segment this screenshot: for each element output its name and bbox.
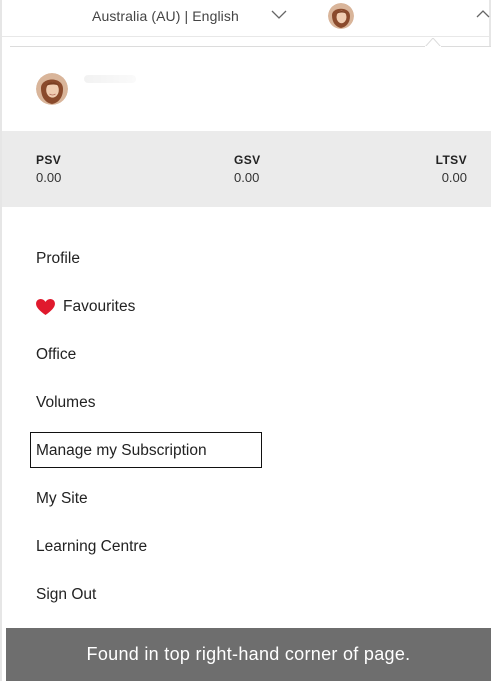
stat-label: GSV xyxy=(234,153,261,167)
menu-item-sign-out[interactable]: Sign Out xyxy=(36,571,476,619)
stat-label: PSV xyxy=(36,153,62,167)
menu-item-volumes[interactable]: Volumes xyxy=(36,379,476,427)
menu-item-label: Office xyxy=(36,346,77,363)
menu-item-learning-centre[interactable]: Learning Centre xyxy=(36,523,476,571)
stat-label: LTSV xyxy=(435,153,467,167)
menu-item-label: Volumes xyxy=(36,394,96,411)
caption-text: Found in top right-hand corner of page. xyxy=(86,644,411,664)
menu-item-label: Profile xyxy=(36,250,80,267)
menu-item-favourites[interactable]: Favourites xyxy=(36,283,476,331)
top-divider xyxy=(2,36,489,37)
locale-selector[interactable]: Australia (AU) | English xyxy=(92,8,239,24)
stat-ltsv: LTSV 0.00 xyxy=(436,153,467,185)
stats-bar: PSV 0.00 GSV 0.00 LTSV 0.00 xyxy=(2,131,491,207)
user-avatar-icon[interactable] xyxy=(328,3,354,29)
chevron-down-icon[interactable] xyxy=(270,7,288,21)
stat-value: 0.00 xyxy=(234,170,260,185)
avatar-icon xyxy=(36,73,68,105)
chevron-up-icon[interactable] xyxy=(476,9,490,19)
highlight-box xyxy=(30,432,262,468)
menu-item-my-site[interactable]: My Site xyxy=(36,475,476,523)
heart-icon xyxy=(36,298,55,315)
menu-item-profile[interactable]: Profile xyxy=(36,235,476,283)
stat-gsv: GSV 0.00 xyxy=(234,153,261,185)
caption-bar: Found in top right-hand corner of page. xyxy=(6,628,491,681)
app-frame: Australia (AU) | English PSV 0.00 GSV 0.… xyxy=(0,0,491,681)
menu-item-manage-subscription[interactable]: Manage my Subscription xyxy=(30,427,476,475)
account-dropdown: PSV 0.00 GSV 0.00 LTSV 0.00 Profile Favo… xyxy=(2,38,491,637)
user-name-redacted xyxy=(84,75,136,83)
menu-item-label: Favourites xyxy=(63,298,136,315)
top-bar: Australia (AU) | English xyxy=(2,0,490,37)
account-menu: Profile Favourites Office Volumes Manage… xyxy=(30,235,476,619)
stat-psv: PSV 0.00 xyxy=(36,153,61,185)
menu-item-label: Learning Centre xyxy=(36,538,148,555)
stat-value: 0.00 xyxy=(441,170,467,185)
dropdown-pointer-icon xyxy=(425,38,441,47)
menu-item-label: My Site xyxy=(36,490,88,507)
menu-item-office[interactable]: Office xyxy=(36,331,476,379)
stat-value: 0.00 xyxy=(36,170,62,185)
menu-item-label: Sign Out xyxy=(36,586,97,603)
